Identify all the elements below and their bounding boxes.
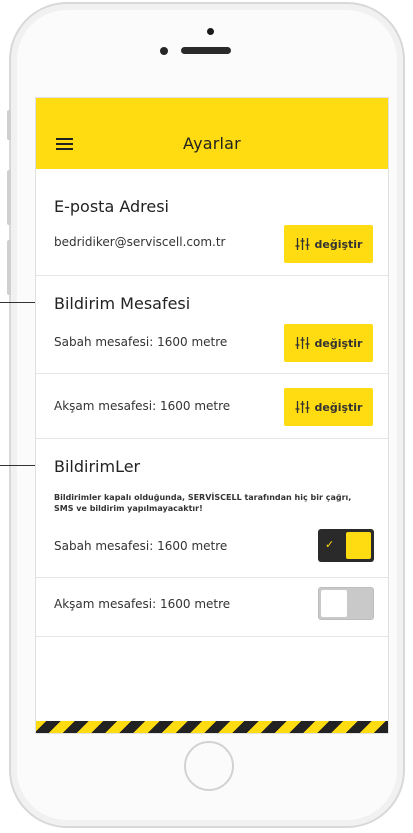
app-screen: Ayarlar E-posta Adresi bedridiker@servis… <box>35 97 389 734</box>
sliders-icon <box>295 401 309 413</box>
phone-front-camera <box>160 47 168 55</box>
hazard-stripe-footer <box>36 721 388 733</box>
phone-volume-up-button <box>7 170 11 225</box>
top-bar: Ayarlar <box>36 98 388 169</box>
sliders-icon <box>295 337 309 349</box>
divider <box>36 373 388 374</box>
distance-section-title: Bildirim Mesafesi <box>54 294 191 313</box>
phone-camera <box>207 28 214 35</box>
evening-notification-label: Akşam mesafesi: 1600 metre <box>54 597 231 611</box>
divider <box>36 275 388 276</box>
phone-side-button <box>7 110 11 140</box>
email-section-title: E-posta Adresi <box>54 197 169 216</box>
page-title: Ayarlar <box>183 134 241 153</box>
phone-speaker <box>181 47 231 54</box>
change-morning-distance-button[interactable]: değiştir <box>284 324 373 362</box>
toggle-knob <box>321 590 347 617</box>
divider <box>36 577 388 578</box>
evening-distance-label: Akşam mesafesi: 1600 metre <box>54 399 231 413</box>
morning-notification-toggle[interactable]: ✓ <box>318 529 374 562</box>
evening-notification-toggle[interactable] <box>318 587 374 620</box>
notifications-note: Bildirimler kapalı olduğunda, SERVİSCELL… <box>54 493 352 513</box>
divider <box>36 636 388 637</box>
sliders-icon <box>295 238 309 250</box>
change-evening-distance-button[interactable]: değiştir <box>284 388 373 426</box>
change-email-button[interactable]: değiştir <box>284 225 373 263</box>
check-icon: ✓ <box>325 538 335 551</box>
notifications-section-title: BildirimLer <box>54 457 141 476</box>
divider <box>36 438 388 439</box>
change-evening-distance-button-label: değiştir <box>314 400 363 414</box>
email-value: bedridiker@serviscell.com.tr <box>54 235 226 249</box>
morning-notification-label: Sabah mesafesi: 1600 metre <box>54 539 228 553</box>
morning-distance-label: Sabah mesafesi: 1600 metre <box>54 335 228 349</box>
change-email-button-label: değiştir <box>314 237 363 251</box>
home-button[interactable] <box>184 741 234 791</box>
toggle-knob <box>346 532 371 559</box>
change-morning-distance-button-label: değiştir <box>314 336 363 350</box>
phone-volume-down-button <box>7 240 11 295</box>
